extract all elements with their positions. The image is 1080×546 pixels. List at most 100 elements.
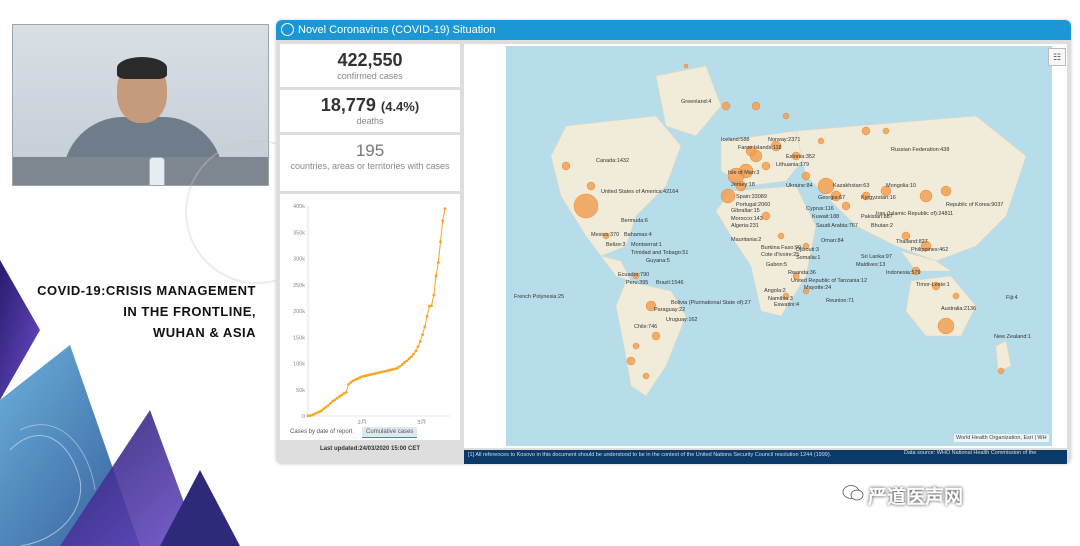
case-bubble	[841, 201, 851, 211]
country-label: Jersey:18	[731, 182, 755, 188]
country-label: Isle of Man:3	[728, 170, 760, 176]
country-label: Spain:33089	[736, 194, 767, 200]
confirmed-cases-card: 422,550 confirmed cases	[280, 44, 460, 87]
data-point	[439, 240, 442, 244]
case-bubble	[642, 372, 650, 380]
case-bubble	[801, 171, 811, 181]
data-point	[430, 304, 433, 308]
data-point	[418, 340, 422, 343]
country-label: Philippines:462	[911, 247, 948, 253]
map-attribution: World Health Organization, Esri | WH	[954, 434, 1049, 442]
country-label: Ukraine:84	[786, 183, 813, 189]
data-point	[414, 349, 418, 353]
data-point	[423, 325, 427, 329]
data-point	[320, 409, 323, 413]
case-bubble	[861, 126, 871, 136]
country-label: Cyprus:116	[806, 206, 834, 212]
data-point	[421, 333, 424, 337]
world-map[interactable]: Greenland:4 Iceland:588 Norway:2371 Faroe I…	[506, 46, 1052, 446]
country-label: Saudi Arabia:767	[816, 223, 858, 229]
case-bubble	[721, 101, 731, 111]
country-label: Georgia:67	[818, 195, 845, 201]
countries-card: 195 countries, areas or territories with…	[280, 135, 460, 191]
deaths-line: 18,779 (4.4%)	[280, 95, 460, 116]
data-point	[405, 359, 409, 363]
country-label: Canada:1432	[596, 158, 629, 164]
x-tick-label: 2月	[357, 419, 366, 424]
country-label: Reunion:71	[826, 298, 854, 304]
country-label: Cote d'Ivoire:25	[761, 252, 799, 258]
case-bubble	[997, 367, 1005, 375]
case-bubble	[561, 161, 571, 171]
dashboard-footer: [1] All references to Kosovo in this doc…	[464, 450, 1067, 464]
case-bubble	[937, 317, 955, 335]
footer-note: [1] All references to Kosovo in this doc…	[468, 452, 832, 458]
country-label: Kyrgyzstan:16	[861, 195, 896, 201]
who-logo-icon	[281, 23, 294, 36]
country-label: Gabon:5	[766, 262, 787, 268]
country-label: Timor-Leste:1	[916, 282, 950, 288]
case-bubble	[817, 177, 835, 195]
data-point	[425, 314, 429, 318]
data-point	[326, 404, 330, 407]
country-label: Oman:84	[821, 238, 844, 244]
country-label: Bermuda:6	[621, 218, 648, 224]
country-label: Ecuador:790	[618, 272, 649, 278]
cases-chart: 0 50k 100k 150k 200k 250k 300k 350k 400k 2月 3月 Cas…	[280, 194, 460, 440]
data-point	[443, 207, 447, 211]
confirmed-value: 422,550	[337, 50, 403, 70]
country-label: French Polynesia:25	[514, 294, 564, 300]
country-label: Australia:2136	[941, 306, 976, 312]
case-bubble	[632, 342, 640, 350]
tab-cumulative-cases[interactable]: Cumulative cases	[362, 427, 418, 438]
y-tick-label: 0	[302, 414, 305, 420]
country-label: Bolivia (Plurinational State of):27	[671, 300, 751, 306]
data-point	[400, 363, 404, 366]
data-point	[436, 261, 440, 265]
country-label: Faroe Islands:118	[738, 145, 782, 151]
country-label: Mauritania:2	[731, 237, 761, 243]
x-tick-label: 3月	[417, 419, 426, 424]
country-label: Russian Federation:438	[891, 147, 949, 153]
chart-tabs: Cases by date of report Cumulative cases	[286, 427, 421, 438]
country-label: Somalia:1	[796, 255, 820, 261]
case-bubble	[720, 188, 736, 204]
country-label: Kazakhstan:63	[833, 183, 869, 189]
case-bubble	[683, 63, 689, 69]
country-label: Pakistan:887	[861, 214, 893, 220]
country-label: Belize:3	[606, 242, 626, 248]
data-point	[347, 383, 350, 386]
covid-dashboard: Novel Coronavirus (COVID-19) Situation 4…	[276, 20, 1071, 464]
deaths-value: 18,779	[320, 95, 376, 115]
country-label: Eswatini:4	[774, 302, 799, 308]
y-tick-label: 150k	[293, 335, 305, 341]
country-label: Djibouti:3	[796, 247, 819, 253]
country-label: Mongolia:10	[886, 183, 916, 189]
data-point	[407, 357, 411, 361]
caption-line-2: IN THE FRONTLINE,	[123, 304, 256, 319]
country-label: Maldives:13	[856, 262, 885, 268]
y-tick-label: 300k	[293, 257, 305, 263]
data-point	[416, 345, 420, 349]
country-label: Brazil:1546	[656, 280, 684, 286]
country-label: Mayotte:24	[804, 285, 831, 291]
country-label: Bhutan:2	[871, 223, 893, 229]
map-panel: Greenland:4 Iceland:588 Norway:2371 Faroe I…	[464, 44, 1067, 448]
case-bubble	[940, 185, 952, 197]
country-label: Paraguay:22	[654, 307, 685, 313]
country-label: Lithuania:179	[776, 162, 809, 168]
slide-caption: COVID-19:CRISIS MANAGEMENT IN THE FRONTL…	[0, 280, 256, 343]
country-label: Thailand:827	[896, 239, 928, 245]
y-tick-label: 400k	[293, 204, 305, 210]
deaths-percent: (4.4%)	[380, 99, 420, 114]
cumulative-line	[307, 208, 446, 417]
case-bubble	[761, 161, 771, 171]
tab-cases-by-date[interactable]: Cases by date of report	[286, 427, 356, 437]
data-point	[434, 274, 438, 278]
country-label: New Zealand:1	[994, 334, 1031, 340]
confirmed-label: confirmed cases	[337, 71, 403, 81]
map-list-button[interactable]: ☷	[1048, 48, 1066, 66]
country-label: Montserrat:1	[631, 242, 662, 248]
deaths-card: 18,779 (4.4%) deaths	[280, 90, 460, 132]
country-label: Rwanda:36	[788, 270, 816, 276]
